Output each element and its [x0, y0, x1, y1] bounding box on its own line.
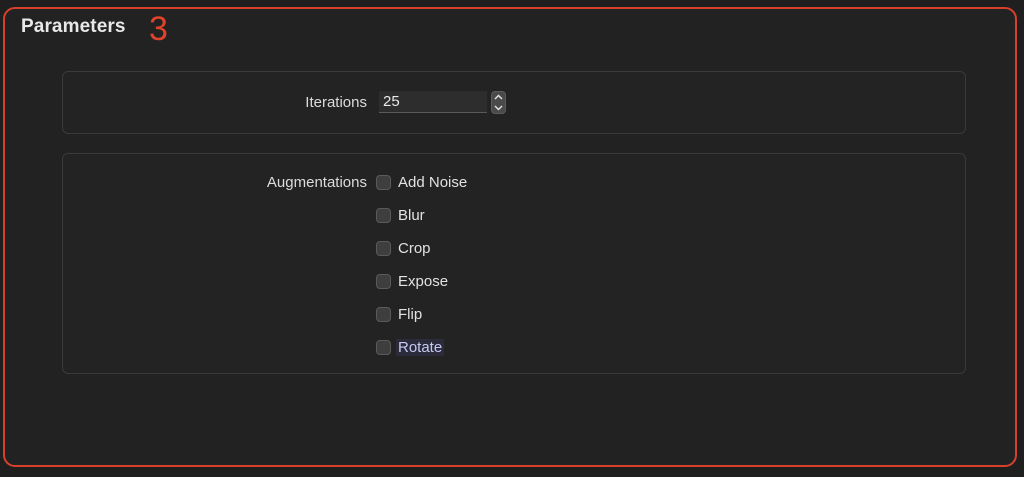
- checkbox-row-add-noise[interactable]: Add Noise: [376, 172, 467, 192]
- augmentations-label: Augmentations: [266, 174, 367, 191]
- iterations-group: Iterations 25: [62, 71, 966, 134]
- augmentations-group: Augmentations Add Noise Blur Crop Expose…: [62, 153, 966, 374]
- checkbox-row-rotate[interactable]: Rotate: [376, 337, 445, 357]
- iterations-label: Iterations: [305, 94, 367, 111]
- iterations-input[interactable]: 25: [379, 91, 487, 113]
- blur-checkbox[interactable]: [376, 207, 391, 223]
- chevron-up-icon[interactable]: [492, 92, 505, 102]
- add-noise-checkbox[interactable]: [376, 174, 391, 190]
- checkbox-row-expose[interactable]: Expose: [376, 271, 448, 291]
- flip-checkbox[interactable]: [376, 306, 391, 322]
- chevron-down-icon[interactable]: [492, 103, 505, 113]
- expose-checkbox[interactable]: [376, 273, 391, 289]
- checkbox-row-flip[interactable]: Flip: [376, 304, 422, 324]
- flip-label[interactable]: Flip: [398, 306, 422, 323]
- expose-label[interactable]: Expose: [398, 273, 448, 290]
- iterations-stepper[interactable]: [491, 91, 506, 114]
- panel-title: Parameters: [21, 16, 126, 37]
- checkbox-row-crop[interactable]: Crop: [376, 238, 431, 258]
- add-noise-label[interactable]: Add Noise: [398, 174, 467, 191]
- checkbox-row-blur[interactable]: Blur: [376, 205, 425, 225]
- crop-label[interactable]: Crop: [398, 240, 431, 257]
- rotate-checkbox[interactable]: [376, 339, 391, 355]
- annotation-number: 3: [149, 10, 168, 48]
- rotate-label[interactable]: Rotate: [396, 338, 445, 356]
- crop-checkbox[interactable]: [376, 240, 391, 256]
- parameters-panel: Parameters 3 Iterations 25 Augmentations…: [3, 7, 1017, 467]
- blur-label[interactable]: Blur: [398, 207, 425, 224]
